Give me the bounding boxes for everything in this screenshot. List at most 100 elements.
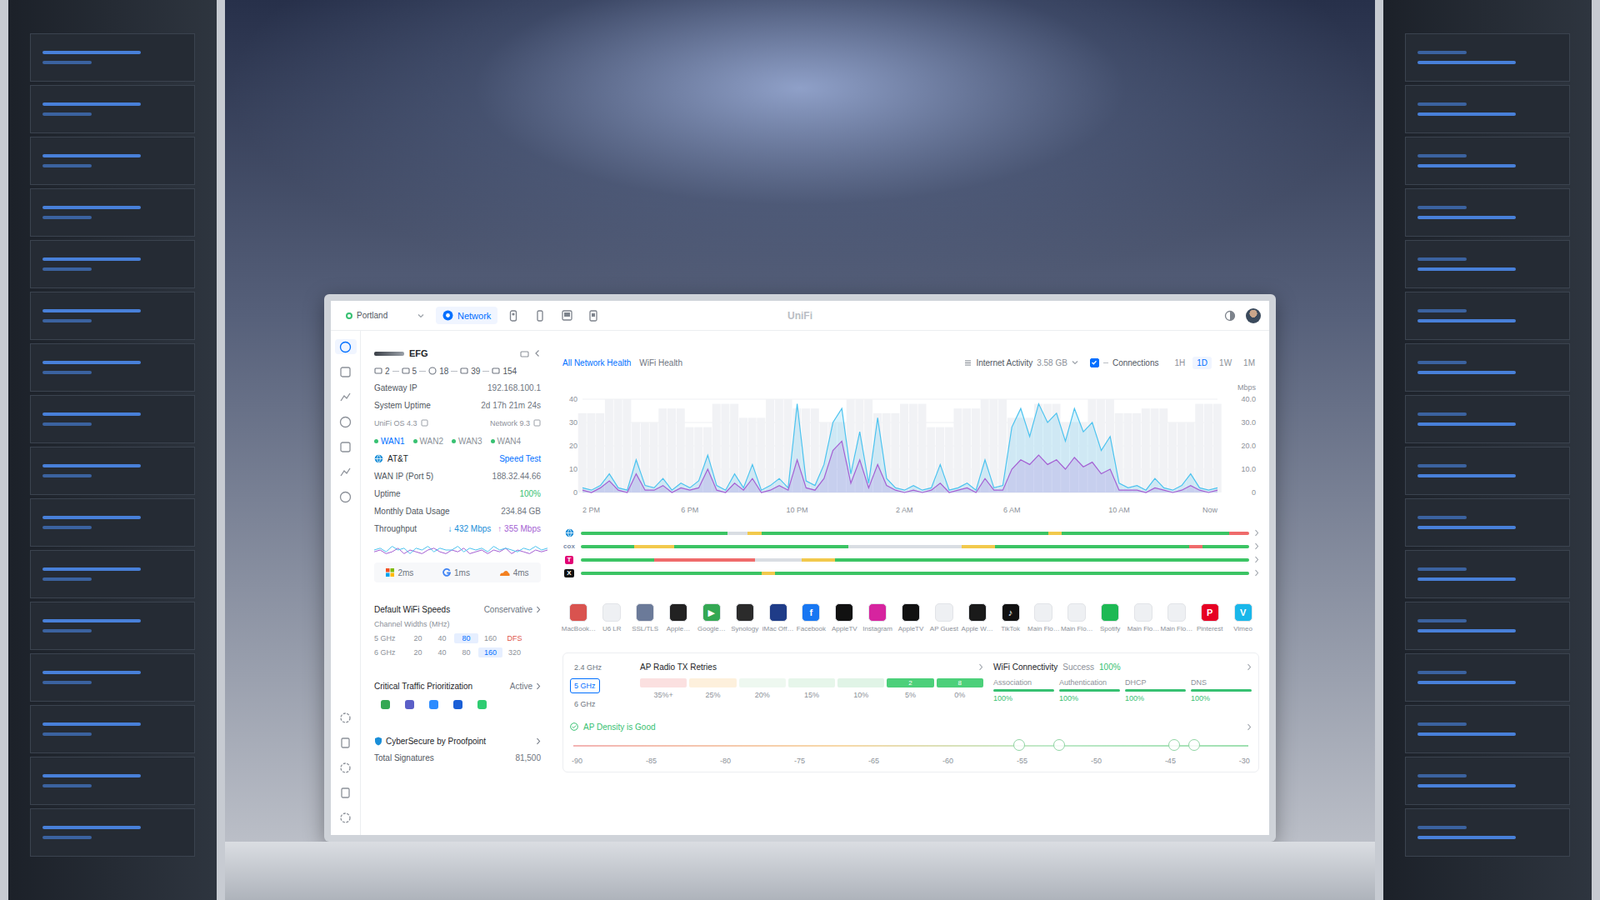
- client-item[interactable]: ▶Google…: [695, 603, 728, 633]
- nav-item[interactable]: [335, 785, 357, 800]
- channel-width-option[interactable]: 20: [405, 633, 430, 644]
- nav-item[interactable]: [335, 710, 357, 725]
- isp-timeline-row[interactable]: cox: [562, 540, 1260, 552]
- isp-timeline-row[interactable]: [562, 527, 1260, 539]
- client-item[interactable]: Spotify: [1094, 603, 1127, 633]
- release-notes-icon[interactable]: [420, 419, 429, 427]
- channel-width-option[interactable]: 40: [430, 647, 455, 658]
- retry-bucket[interactable]: 20%: [739, 678, 786, 700]
- release-notes-icon[interactable]: [533, 419, 541, 427]
- topology-stat[interactable]: 39: [460, 366, 480, 376]
- retry-bucket[interactable]: 35%+: [640, 678, 687, 700]
- client-item[interactable]: AppleTV: [895, 603, 928, 633]
- retry-bucket[interactable]: 10%: [837, 678, 885, 700]
- client-item[interactable]: Main Flo…: [1127, 603, 1160, 633]
- band-tab[interactable]: 5 GHz: [570, 678, 600, 694]
- device-app-tab[interactable]: [582, 306, 605, 325]
- retry-bucket[interactable]: 80%: [936, 678, 984, 700]
- band-tab[interactable]: 6 GHz: [570, 696, 600, 712]
- nav-item[interactable]: [335, 735, 357, 750]
- client-item[interactable]: Main Flo…: [1160, 603, 1193, 633]
- client-item[interactable]: VVimeo: [1226, 603, 1260, 633]
- channel-width-option[interactable]: 80: [454, 647, 479, 658]
- user-avatar[interactable]: [1245, 308, 1261, 324]
- topology-stat[interactable]: 5: [401, 366, 418, 376]
- client-item[interactable]: Apple W…: [960, 603, 994, 633]
- device-app-tab[interactable]: [555, 306, 578, 325]
- time-range-tab[interactable]: 1M: [1239, 356, 1260, 370]
- cybersecure-header[interactable]: CyberSecure by Proofpoint: [374, 732, 541, 750]
- client-item[interactable]: Main Flo…: [1060, 603, 1094, 633]
- client-item[interactable]: MacBook…: [562, 603, 595, 633]
- device-app-tab[interactable]: [529, 306, 551, 325]
- tx-retries-header[interactable]: AP Radio TX Retries: [640, 660, 984, 674]
- access-point-marker[interactable]: [1013, 739, 1025, 751]
- nav-item[interactable]: [335, 760, 357, 775]
- health-tab[interactable]: WiFi Health: [639, 356, 683, 370]
- channel-width-option[interactable]: 20: [405, 647, 430, 658]
- topology-stat[interactable]: 2: [374, 366, 390, 376]
- client-item[interactable]: SSL/TLS: [629, 603, 662, 633]
- access-point-marker[interactable]: [1188, 739, 1200, 751]
- access-point-marker[interactable]: [1053, 739, 1065, 751]
- channel-width-option[interactable]: 40: [430, 633, 455, 644]
- client-item[interactable]: iMac Off…: [761, 603, 795, 633]
- nav-item[interactable]: [335, 810, 357, 825]
- theme-toggle-icon[interactable]: [1224, 310, 1236, 322]
- access-point-marker[interactable]: [1168, 739, 1180, 751]
- nav-item[interactable]: [335, 464, 357, 480]
- connections-toggle[interactable]: Connections: [1090, 358, 1160, 368]
- client-item[interactable]: Apple…: [662, 603, 695, 633]
- prioritized-app-icon[interactable]: [405, 700, 415, 710]
- isp-timeline-row[interactable]: X: [562, 567, 1260, 579]
- channel-width-option[interactable]: 160: [478, 647, 503, 658]
- client-item[interactable]: fFacebook: [795, 603, 828, 633]
- speed-test-link[interactable]: Speed Test: [499, 454, 541, 464]
- time-range-tab[interactable]: 1H: [1170, 356, 1190, 370]
- channel-width-option[interactable]: 160: [478, 633, 503, 644]
- prioritized-app-icon[interactable]: [429, 700, 439, 710]
- band-tab[interactable]: 2.4 GHz: [570, 660, 606, 675]
- client-item[interactable]: AppleTV: [828, 603, 861, 633]
- internet-activity-select[interactable]: Internet Activity3.58 GB: [964, 358, 1079, 368]
- client-item[interactable]: Synology: [728, 603, 761, 633]
- nav-item[interactable]: [335, 489, 357, 505]
- channel-width-option[interactable]: 320: [502, 647, 527, 658]
- ap-density-header[interactable]: AP Density is Good: [570, 720, 1252, 734]
- retry-bucket[interactable]: 25%: [689, 678, 736, 700]
- connections-checkbox[interactable]: [1090, 358, 1100, 368]
- app-tab[interactable]: Network: [435, 306, 498, 325]
- isp-timeline-row[interactable]: T: [562, 554, 1260, 565]
- device-app-tab[interactable]: [502, 306, 525, 325]
- prioritized-app-icon[interactable]: [380, 700, 390, 710]
- device-settings-icon[interactable]: [520, 349, 530, 359]
- wan-tab[interactable]: WAN4: [490, 436, 522, 446]
- prioritized-app-icon[interactable]: [453, 700, 463, 710]
- wan-tab[interactable]: WAN3: [451, 436, 483, 446]
- site-selector[interactable]: Portland: [339, 307, 431, 324]
- client-item[interactable]: ♪TikTok: [994, 603, 1027, 633]
- nav-item[interactable]: [335, 339, 357, 355]
- client-item[interactable]: Main Flo…: [1027, 603, 1060, 633]
- retry-bucket[interactable]: 15%: [788, 678, 835, 700]
- traffic-prioritization-header[interactable]: Critical Traffic PrioritizationActive: [374, 677, 541, 695]
- collapse-icon[interactable]: [534, 349, 541, 358]
- nav-item[interactable]: [335, 364, 357, 380]
- time-range-tab[interactable]: 1D: [1192, 356, 1212, 370]
- channel-width-option[interactable]: 80: [454, 633, 479, 644]
- nav-item[interactable]: [335, 439, 357, 455]
- client-item[interactable]: U6 LR: [595, 603, 629, 633]
- client-item[interactable]: Instagram: [861, 603, 895, 633]
- time-range-tab[interactable]: 1W: [1215, 356, 1236, 370]
- health-tab[interactable]: All Network Health: [562, 356, 631, 370]
- topology-stat[interactable]: 154: [491, 366, 517, 376]
- prioritized-app-icon[interactable]: [477, 700, 487, 710]
- topology-stat[interactable]: 18: [428, 366, 449, 376]
- nav-item[interactable]: [335, 389, 357, 405]
- wifi-connectivity-header[interactable]: WiFi ConnectivitySuccess100%: [993, 660, 1252, 674]
- client-item[interactable]: AP Guest: [927, 603, 960, 633]
- wan-tab[interactable]: WAN1: [374, 436, 405, 446]
- nav-item[interactable]: [335, 414, 357, 430]
- retry-bucket[interactable]: 25%: [886, 678, 934, 700]
- client-item[interactable]: PPinterest: [1193, 603, 1226, 633]
